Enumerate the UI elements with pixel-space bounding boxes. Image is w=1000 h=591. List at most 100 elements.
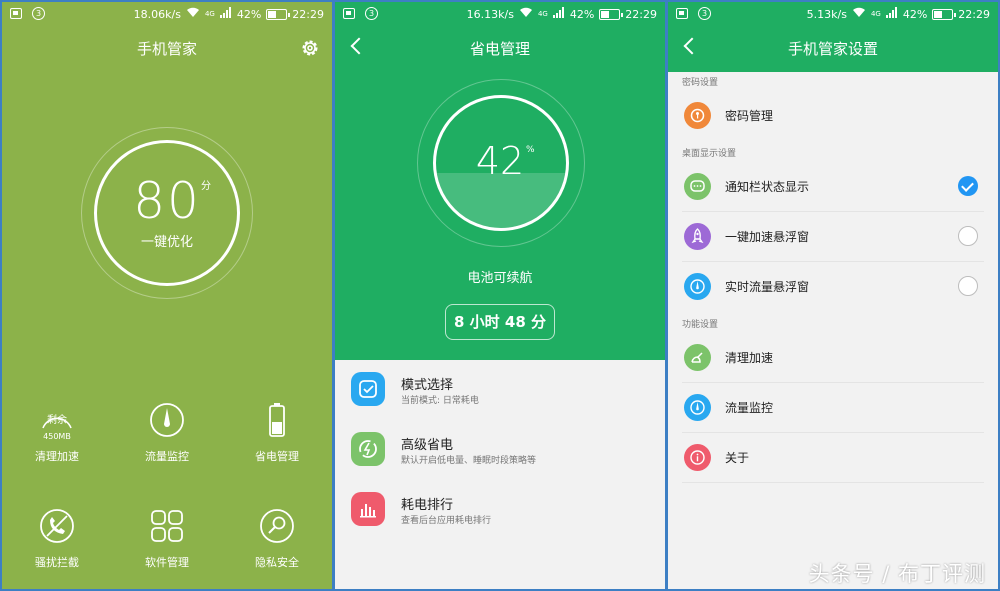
app-grid-icon (149, 508, 185, 544)
network-speed: 16.13k/s (466, 7, 514, 21)
page-title: 省电管理 (469, 40, 530, 58)
tool-label: 软件管理 (145, 556, 189, 569)
setting-traffic-float[interactable]: 实时流量悬浮窗 (668, 262, 998, 312)
status-bar: 3 16.13k/s 4G 42% 22:29 (335, 2, 665, 26)
key-icon (684, 102, 711, 129)
top-bar: 省电管理 (335, 26, 665, 72)
notification-3-icon: 3 (365, 7, 378, 20)
section-header-desktop: 桌面显示设置 (682, 149, 737, 159)
tool-label: 流量监控 (145, 450, 189, 463)
network-speed: 18.06k/s (133, 7, 181, 21)
tool-clean-speed[interactable]: 剩余 450MB 清理加速 (2, 402, 112, 464)
screenshot-icon (10, 8, 22, 19)
setting-label: 密码管理 (725, 109, 774, 123)
battery-icon (599, 8, 624, 20)
item-subtitle: 当前模式: 日常耗电 (401, 396, 479, 406)
gear-icon[interactable] (300, 38, 320, 58)
optimize-label[interactable]: 一键优化 (2, 231, 332, 250)
network-type: 4G (204, 10, 215, 18)
battery-percent-large: 42 (475, 139, 525, 183)
setting-clean-speed[interactable]: 清理加速 (668, 333, 998, 383)
signal-icon (552, 7, 565, 21)
mode-check-icon (351, 372, 385, 406)
network-type: 4G (870, 10, 881, 18)
item-title: 耗电排行 (401, 498, 454, 513)
wifi-icon (186, 7, 200, 21)
traffic-gauge-icon (149, 402, 185, 438)
tool-label: 清理加速 (35, 450, 79, 463)
list-item-power-ranking[interactable]: 耗电排行 查看后台应用耗电排行 (335, 480, 665, 540)
tool-power-manage[interactable]: 省电管理 (222, 402, 332, 464)
signal-icon (885, 7, 898, 21)
battery-percent-unit: % (526, 145, 535, 155)
broom-icon (684, 344, 711, 371)
battery-icon (259, 402, 295, 438)
traffic-gauge-icon (684, 394, 711, 421)
tool-label: 省电管理 (255, 450, 299, 463)
tool-app-manage[interactable]: 软件管理 (112, 508, 222, 570)
battery-percent: 42% (569, 7, 595, 21)
unchecked-toggle[interactable] (958, 226, 978, 246)
blocked-phone-icon (39, 508, 75, 544)
setting-label: 通知栏状态显示 (725, 180, 810, 194)
wifi-icon (519, 7, 533, 21)
status-bar: 3 18.06k/s 4G 42% 22:29 (2, 2, 332, 26)
bar-chart-icon (351, 492, 385, 526)
tool-harassment-block[interactable]: 骚扰拦截 (2, 508, 112, 570)
setting-speedup-float[interactable]: 一键加速悬浮窗 (668, 212, 998, 262)
top-bar: 手机管家设置 (668, 26, 998, 72)
setting-label: 清理加速 (725, 351, 774, 365)
score-unit: 分 (201, 181, 211, 192)
settings-screen: 3 5.13k/s 4G 42% 22:29 手机管家设置 密码设置 密码管理 … (668, 2, 998, 589)
clock: 22:29 (958, 7, 990, 21)
setting-label: 流量监控 (725, 401, 774, 415)
battery-icon (266, 8, 291, 20)
setting-label: 关于 (725, 451, 750, 465)
clock: 22:29 (625, 7, 657, 21)
magnifier-shield-icon (259, 508, 295, 544)
item-subtitle: 默认开启低电量、睡眠时段策略等 (401, 456, 537, 466)
rocket-icon (684, 223, 711, 250)
phone-manager-screen: 3 18.06k/s 4G 42% 22:29 手机管家 80 分 一键优化 剩… (2, 2, 332, 589)
item-title: 模式选择 (401, 378, 454, 393)
battery-percent: 42% (902, 7, 928, 21)
item-title: 高级省电 (401, 438, 454, 453)
memory-remaining-value: 450MB (43, 432, 71, 441)
notification-3-icon: 3 (32, 7, 45, 20)
setting-notification-status[interactable]: 通知栏状态显示 (668, 162, 998, 212)
setting-label: 实时流量悬浮窗 (725, 280, 810, 294)
wifi-icon (852, 7, 866, 21)
divider (682, 482, 984, 483)
tool-traffic-monitor[interactable]: 流量监控 (112, 402, 222, 464)
health-score: 80 (133, 172, 201, 230)
setting-label: 一键加速悬浮窗 (725, 230, 810, 244)
notification-3-icon: 3 (698, 7, 711, 20)
endurance-value: 8 小时 48 分 (445, 304, 555, 340)
setting-password-manage[interactable]: 密码管理 (668, 91, 998, 141)
checked-toggle[interactable] (958, 176, 978, 196)
unchecked-toggle[interactable] (958, 276, 978, 296)
power-manage-screen: 3 16.13k/s 4G 42% 22:29 省电管理 42 % 电池可续航 … (335, 2, 665, 589)
setting-traffic-monitor[interactable]: 流量监控 (668, 383, 998, 433)
page-title: 手机管家 (136, 40, 197, 58)
battery-percent: 42% (236, 7, 262, 21)
top-bar: 手机管家 (2, 26, 332, 72)
item-subtitle: 查看后台应用耗电排行 (401, 516, 492, 526)
broom-icon: 剩余 450MB (39, 402, 75, 441)
status-bar: 3 5.13k/s 4G 42% 22:29 (668, 2, 998, 26)
traffic-gauge-icon (684, 273, 711, 300)
tool-label: 隐私安全 (255, 556, 299, 569)
section-header-features: 功能设置 (682, 320, 719, 330)
list-item-mode-select[interactable]: 模式选择 当前模式: 日常耗电 (335, 360, 665, 420)
setting-about[interactable]: 关于 (668, 433, 998, 483)
network-speed: 5.13k/s (806, 7, 847, 21)
network-type: 4G (537, 10, 548, 18)
chat-bubble-icon (684, 173, 711, 200)
tool-privacy-security[interactable]: 隐私安全 (222, 508, 332, 570)
screenshot-icon (343, 8, 355, 19)
watermark: 头条号 / 布丁评测 (808, 562, 986, 586)
list-item-advanced-saving[interactable]: 高级省电 默认开启低电量、睡眠时段策略等 (335, 420, 665, 480)
info-icon (684, 444, 711, 471)
clock: 22:29 (292, 7, 324, 21)
power-save-icon (351, 432, 385, 466)
